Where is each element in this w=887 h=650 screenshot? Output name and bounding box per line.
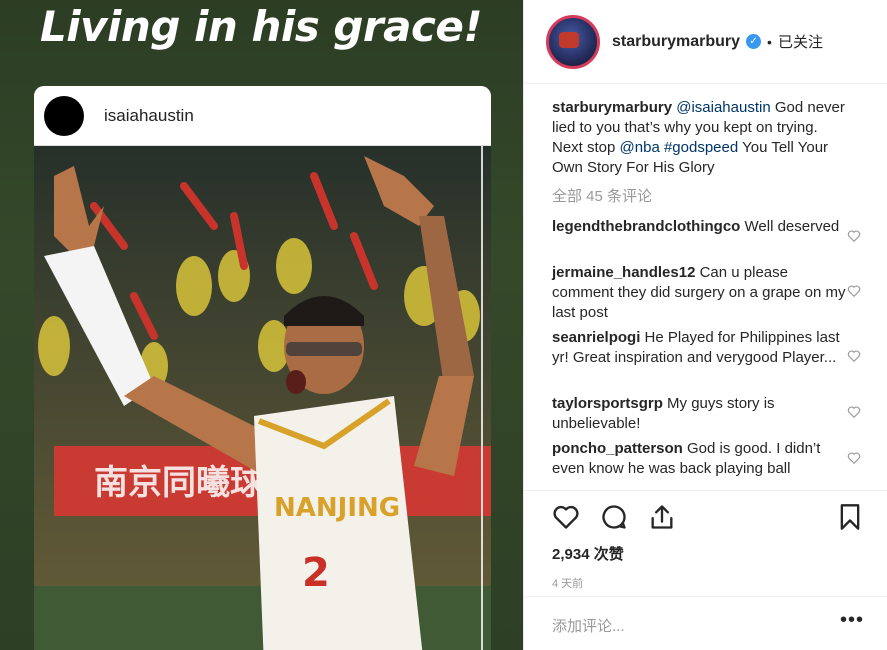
comment-username[interactable]: legendthebrandclothingco [552,218,740,235]
post-header: starburymarbury ✓ • 已关注 [524,0,887,84]
comment-username[interactable]: jermaine_handles12 [552,264,695,281]
bookmark-icon[interactable] [836,503,864,531]
shared-post-username[interactable]: isaiahaustin [104,106,194,126]
separator-dot: • [767,33,772,50]
comment-item: poncho_patterson God is good. I didn’t e… [552,439,852,479]
share-icon[interactable] [648,503,676,531]
add-comment-bar: 添加评论... ••• [524,596,887,650]
header-username[interactable]: starburymarbury [612,33,740,51]
shared-post-header: isaiahaustin [34,86,491,146]
comment-item: taylorsportsgrp My guys story is unbelie… [552,394,852,434]
post-photo: 南京同曦球迷 NANJING 2 [34,146,491,650]
following-button[interactable]: 已关注 [778,31,823,52]
story-panel: Living in his grace! isaiahaustin 南京同曦球迷… [0,0,523,650]
like-comment-heart-icon[interactable] [847,284,861,298]
mention-link[interactable]: @isaiahaustin [676,99,770,116]
comment-text: Well deserved [740,218,840,235]
comment-username[interactable]: poncho_patterson [552,440,683,457]
shared-post-card[interactable]: isaiahaustin 南京同曦球迷 NANJING 2 [34,86,491,650]
comment-username[interactable]: seanrielpogi [552,329,640,346]
jersey-number: 2 [302,550,330,596]
action-bar [524,490,887,546]
view-all-comments-link[interactable]: 全部 45 条评论 [552,185,652,206]
avatar[interactable] [546,14,600,69]
comments-panel: starburymarbury ✓ • 已关注 starburymarbury … [523,0,887,650]
post-timestamp: 4 天前 [552,578,584,590]
like-comment-heart-icon[interactable] [847,405,861,419]
avatar[interactable] [44,95,84,136]
jersey-text: NANJING [274,493,400,523]
verified-badge-icon: ✓ [746,34,762,49]
comment-icon[interactable] [600,503,628,531]
like-comment-heart-icon[interactable] [847,229,861,243]
post-caption: starburymarbury @isaiahaustin God never … [552,98,852,178]
more-options-icon[interactable]: ••• [840,609,864,632]
like-comment-heart-icon[interactable] [847,349,861,363]
like-comment-heart-icon[interactable] [847,451,861,465]
comment-item: legendthebrandclothingco Well deserved [552,217,852,237]
caption-username[interactable]: starburymarbury [552,99,672,116]
likes-count[interactable]: 2,934 次赞 [552,543,624,564]
story-title: Living in his grace! [40,2,483,51]
mention-link[interactable]: @nba [620,139,660,156]
heart-icon[interactable] [552,503,580,531]
comment-item: jermaine_handles12 Can u please comment … [552,263,852,323]
hashtag-link[interactable]: #godspeed [664,139,738,156]
add-comment-input[interactable]: 添加评论... [552,615,625,636]
comment-item: seanrielpogi He Played for Philippines l… [552,328,852,368]
comment-username[interactable]: taylorsportsgrp [552,395,663,412]
